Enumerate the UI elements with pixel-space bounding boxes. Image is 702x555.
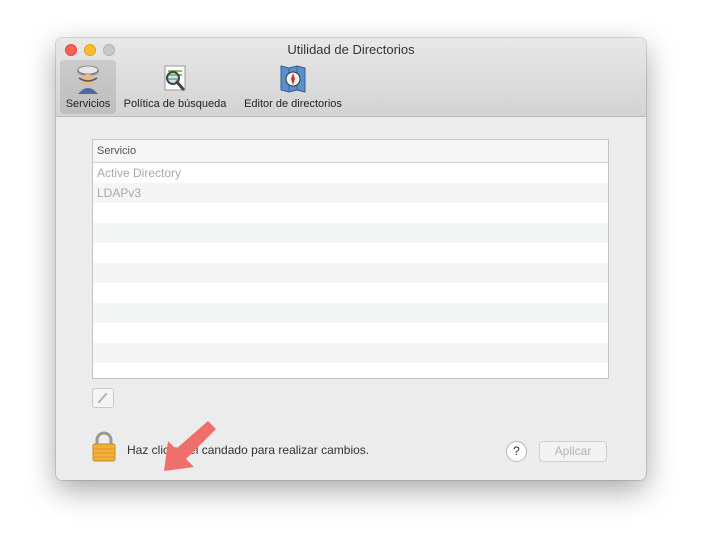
window-title: Utilidad de Directorios bbox=[287, 42, 415, 57]
pencil-icon bbox=[98, 393, 107, 403]
empty-row bbox=[93, 363, 608, 378]
toolbar-item-directory-editor[interactable]: Editor de directorios bbox=[236, 60, 350, 114]
toolbar-item-services[interactable]: Servicios bbox=[60, 60, 116, 114]
empty-row bbox=[93, 343, 608, 363]
apply-button[interactable]: Aplicar bbox=[539, 441, 607, 462]
toolbar-label-directory-editor: Editor de directorios bbox=[244, 98, 342, 110]
directory-utility-window: Utilidad de Directorios Servicios Políti… bbox=[56, 38, 646, 480]
titlebar: Utilidad de Directorios Servicios Políti… bbox=[56, 38, 646, 117]
services-table[interactable]: Servicio Active Directory LDAPv3 bbox=[92, 139, 609, 379]
directory-editor-icon bbox=[280, 65, 306, 93]
edit-service-button[interactable] bbox=[92, 388, 114, 408]
toolbar-label-services: Servicios bbox=[65, 98, 111, 110]
toolbar-label-search-policy: Política de búsqueda bbox=[123, 98, 227, 110]
column-header-service[interactable]: Servicio bbox=[93, 140, 608, 163]
table-row[interactable]: LDAPv3 bbox=[93, 183, 608, 203]
empty-row bbox=[93, 243, 608, 263]
search-policy-icon bbox=[164, 65, 186, 91]
empty-row bbox=[93, 263, 608, 283]
watermark-logo-icon bbox=[645, 472, 646, 478]
empty-row bbox=[93, 283, 608, 303]
table-row[interactable]: Active Directory bbox=[93, 163, 608, 183]
empty-row bbox=[93, 223, 608, 243]
toolbar-item-search-policy[interactable]: Política de búsqueda bbox=[118, 60, 232, 114]
empty-row bbox=[93, 303, 608, 323]
empty-row bbox=[93, 323, 608, 343]
lock-icon[interactable] bbox=[90, 431, 118, 463]
empty-row bbox=[93, 203, 608, 223]
help-button[interactable]: ? bbox=[506, 441, 527, 462]
services-icon bbox=[77, 65, 99, 94]
annotation-arrow-icon bbox=[164, 421, 216, 471]
